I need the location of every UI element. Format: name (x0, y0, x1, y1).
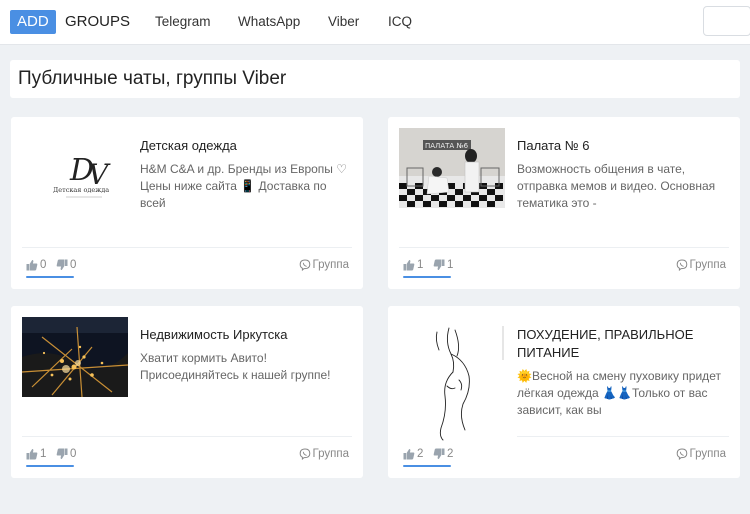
group-title[interactable]: Палата № 6 (517, 137, 732, 155)
viber-icon (299, 259, 310, 272)
group-card[interactable]: D V Детская одежда Детская одежда H&M C&… (11, 117, 363, 289)
page-title-bar: Публичные чаты, группы Viber (10, 60, 740, 98)
divider (399, 247, 729, 248)
group-title[interactable]: Недвижимость Иркутска (140, 326, 355, 344)
thumbs-down-icon (433, 259, 445, 271)
card-footer: 0 0 Группа (26, 254, 349, 278)
rating-bar (26, 465, 74, 467)
viber-icon (676, 448, 687, 461)
rating-bar (403, 276, 451, 278)
nav-link-viber[interactable]: Viber (328, 10, 359, 34)
dislike-button[interactable]: 0 (56, 446, 76, 462)
dislike-count: 0 (70, 259, 77, 271)
thumbs-up-icon (403, 448, 415, 460)
brand-logo-badge[interactable]: ADD (10, 10, 56, 34)
top-navbar: ADD GROUPS Telegram WhatsApp Viber ICQ (0, 0, 750, 45)
dislike-count: 2 (447, 448, 454, 460)
group-type-label: Группа (312, 448, 349, 460)
viber-icon (676, 259, 687, 272)
page-title: Публичные чаты, группы Viber (18, 68, 287, 89)
rating-bar (403, 465, 451, 467)
thumbs-up-icon (26, 448, 38, 460)
group-type-label: Группа (689, 259, 726, 271)
brand-logo-text[interactable]: GROUPS (65, 10, 130, 34)
group-title[interactable]: Детская одежда (140, 137, 355, 155)
like-button[interactable]: 1 (403, 257, 423, 273)
card-footer: 1 1 Группа (403, 254, 726, 278)
logo-text: Детская одежда (53, 186, 109, 194)
divider (22, 247, 352, 248)
ward-no6-photo: ПАЛАТА №6 (399, 128, 505, 208)
thumbs-down-icon (56, 259, 68, 271)
like-button[interactable]: 1 (26, 446, 46, 462)
group-thumbnail[interactable] (22, 317, 128, 397)
dislike-count: 1 (447, 259, 454, 271)
nav-link-icq[interactable]: ICQ (388, 10, 412, 34)
group-thumbnail[interactable]: ПАЛАТА №6 (399, 128, 505, 208)
kids-clothing-logo: D V Детская одежда (22, 128, 128, 208)
dislike-count: 0 (70, 448, 77, 460)
thumbs-down-icon (56, 448, 68, 460)
divider (22, 436, 352, 437)
like-count: 2 (417, 448, 424, 460)
dislike-button[interactable]: 1 (433, 257, 453, 273)
card-footer: 2 2 Группа (403, 443, 726, 467)
group-card[interactable]: Недвижимость Иркутска Хватит кормить Ави… (11, 306, 363, 478)
viber-icon (299, 448, 310, 461)
nav-link-telegram[interactable]: Telegram (155, 10, 211, 34)
thumbs-up-icon (403, 259, 415, 271)
group-thumbnail[interactable]: D V Детская одежда (22, 128, 128, 208)
group-type: Группа (676, 446, 726, 462)
group-card[interactable]: ПАЛАТА №6 Палата № 6 Возможность общения… (388, 117, 740, 289)
group-description: H&M C&A и др. Бренды из Европы ♡ Цены ни… (140, 162, 348, 210)
group-description: Хватит кормить Авито! Присоединяйтесь к … (140, 351, 331, 382)
group-type-label: Группа (689, 448, 726, 460)
dislike-button[interactable]: 2 (433, 446, 453, 462)
group-description: Возможность общения в чате, отправка мем… (517, 162, 716, 210)
group-card[interactable]: ПОХУДЕНИЕ, ПРАВИЛЬНОЕ ПИТАНИЕ 🌞Весной на… (388, 306, 740, 478)
group-thumbnail[interactable] (399, 320, 505, 448)
like-count: 1 (417, 259, 424, 271)
card-footer: 1 0 Группа (26, 443, 349, 467)
svg-text:ПАЛАТА №6: ПАЛАТА №6 (425, 142, 469, 150)
like-button[interactable]: 2 (403, 446, 423, 462)
group-type-label: Группа (312, 259, 349, 271)
group-description: 🌞Весной на смену пуховику придет лёгкая … (517, 369, 721, 417)
thumbs-down-icon (433, 448, 445, 460)
city-night-photo (22, 317, 128, 397)
search-box[interactable] (703, 6, 750, 36)
thumbs-up-icon (26, 259, 38, 271)
group-type: Группа (299, 446, 349, 462)
group-title[interactable]: ПОХУДЕНИЕ, ПРАВИЛЬНОЕ ПИТАНИЕ (517, 326, 732, 362)
like-count: 1 (40, 448, 47, 460)
like-count: 0 (40, 259, 47, 271)
dislike-button[interactable]: 0 (56, 257, 76, 273)
nav-link-whatsapp[interactable]: WhatsApp (238, 10, 300, 34)
group-type: Группа (299, 257, 349, 273)
figure-sketch-image (399, 320, 505, 448)
like-button[interactable]: 0 (26, 257, 46, 273)
rating-bar (26, 276, 74, 278)
group-type: Группа (676, 257, 726, 273)
divider (517, 436, 729, 437)
